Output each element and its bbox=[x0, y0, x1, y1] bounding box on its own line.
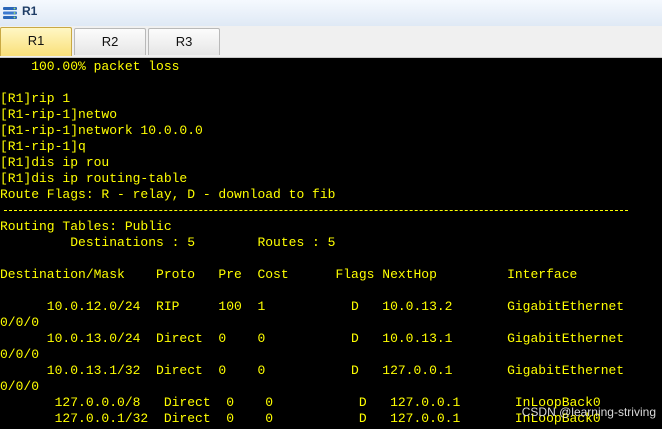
terminal-line: Destinations : 5 Routes : 5 bbox=[0, 235, 336, 250]
terminal-line: [R1-rip-1]network 10.0.0.0 bbox=[0, 123, 203, 138]
tab-r3[interactable]: R3 bbox=[148, 28, 220, 55]
tab-r2[interactable]: R2 bbox=[74, 28, 146, 55]
route-row-wrap: 0/0/0 bbox=[0, 347, 40, 362]
terminal-line: 100.00% packet loss bbox=[0, 59, 180, 74]
terminal-line: [R1]dis ip rou bbox=[0, 155, 110, 170]
session-tab-strip: R1 R2 R3 bbox=[0, 26, 662, 58]
terminal-line: [R1-rip-1]q bbox=[0, 139, 86, 154]
terminal-line: [R1]rip 1 bbox=[0, 91, 71, 106]
route-row: 10.0.13.1/32 Direct 0 0 D 127.0.0.1 Giga… bbox=[0, 363, 625, 378]
console-terminal[interactable]: 100.00% packet loss [R1]rip 1 [R1-rip-1]… bbox=[0, 58, 662, 429]
terminal-line: [R1-rip-1]netwo bbox=[0, 107, 118, 122]
window-title: R1 bbox=[22, 4, 38, 18]
terminal-line: Routing Tables: Public bbox=[0, 219, 172, 234]
route-row: 10.0.13.0/24 Direct 0 0 D 10.0.13.1 Giga… bbox=[0, 331, 625, 346]
routing-table-header: Destination/Mask Proto Pre Cost Flags Ne… bbox=[0, 267, 578, 282]
route-row: 127.0.0.1/32 Direct 0 0 D 127.0.0.1 InLo… bbox=[0, 411, 601, 426]
route-row: 10.0.12.0/24 RIP 100 1 D 10.0.13.2 Gigab… bbox=[0, 299, 625, 314]
route-row-wrap: 0/0/0 bbox=[0, 379, 40, 394]
route-row: 127.0.0.0/8 Direct 0 0 D 127.0.0.1 InLoo… bbox=[0, 395, 601, 410]
router-device-icon bbox=[3, 7, 17, 19]
title-bar: R1 bbox=[0, 0, 662, 26]
terminal-divider bbox=[4, 210, 628, 211]
terminal-line: [R1]dis ip routing-table bbox=[0, 171, 188, 186]
route-row-wrap: 0/0/0 bbox=[0, 315, 40, 330]
watermark: CSDN @learning-striving bbox=[521, 405, 656, 419]
terminal-line: Route Flags: R - relay, D - download to … bbox=[0, 187, 336, 202]
tab-r1[interactable]: R1 bbox=[0, 27, 72, 56]
